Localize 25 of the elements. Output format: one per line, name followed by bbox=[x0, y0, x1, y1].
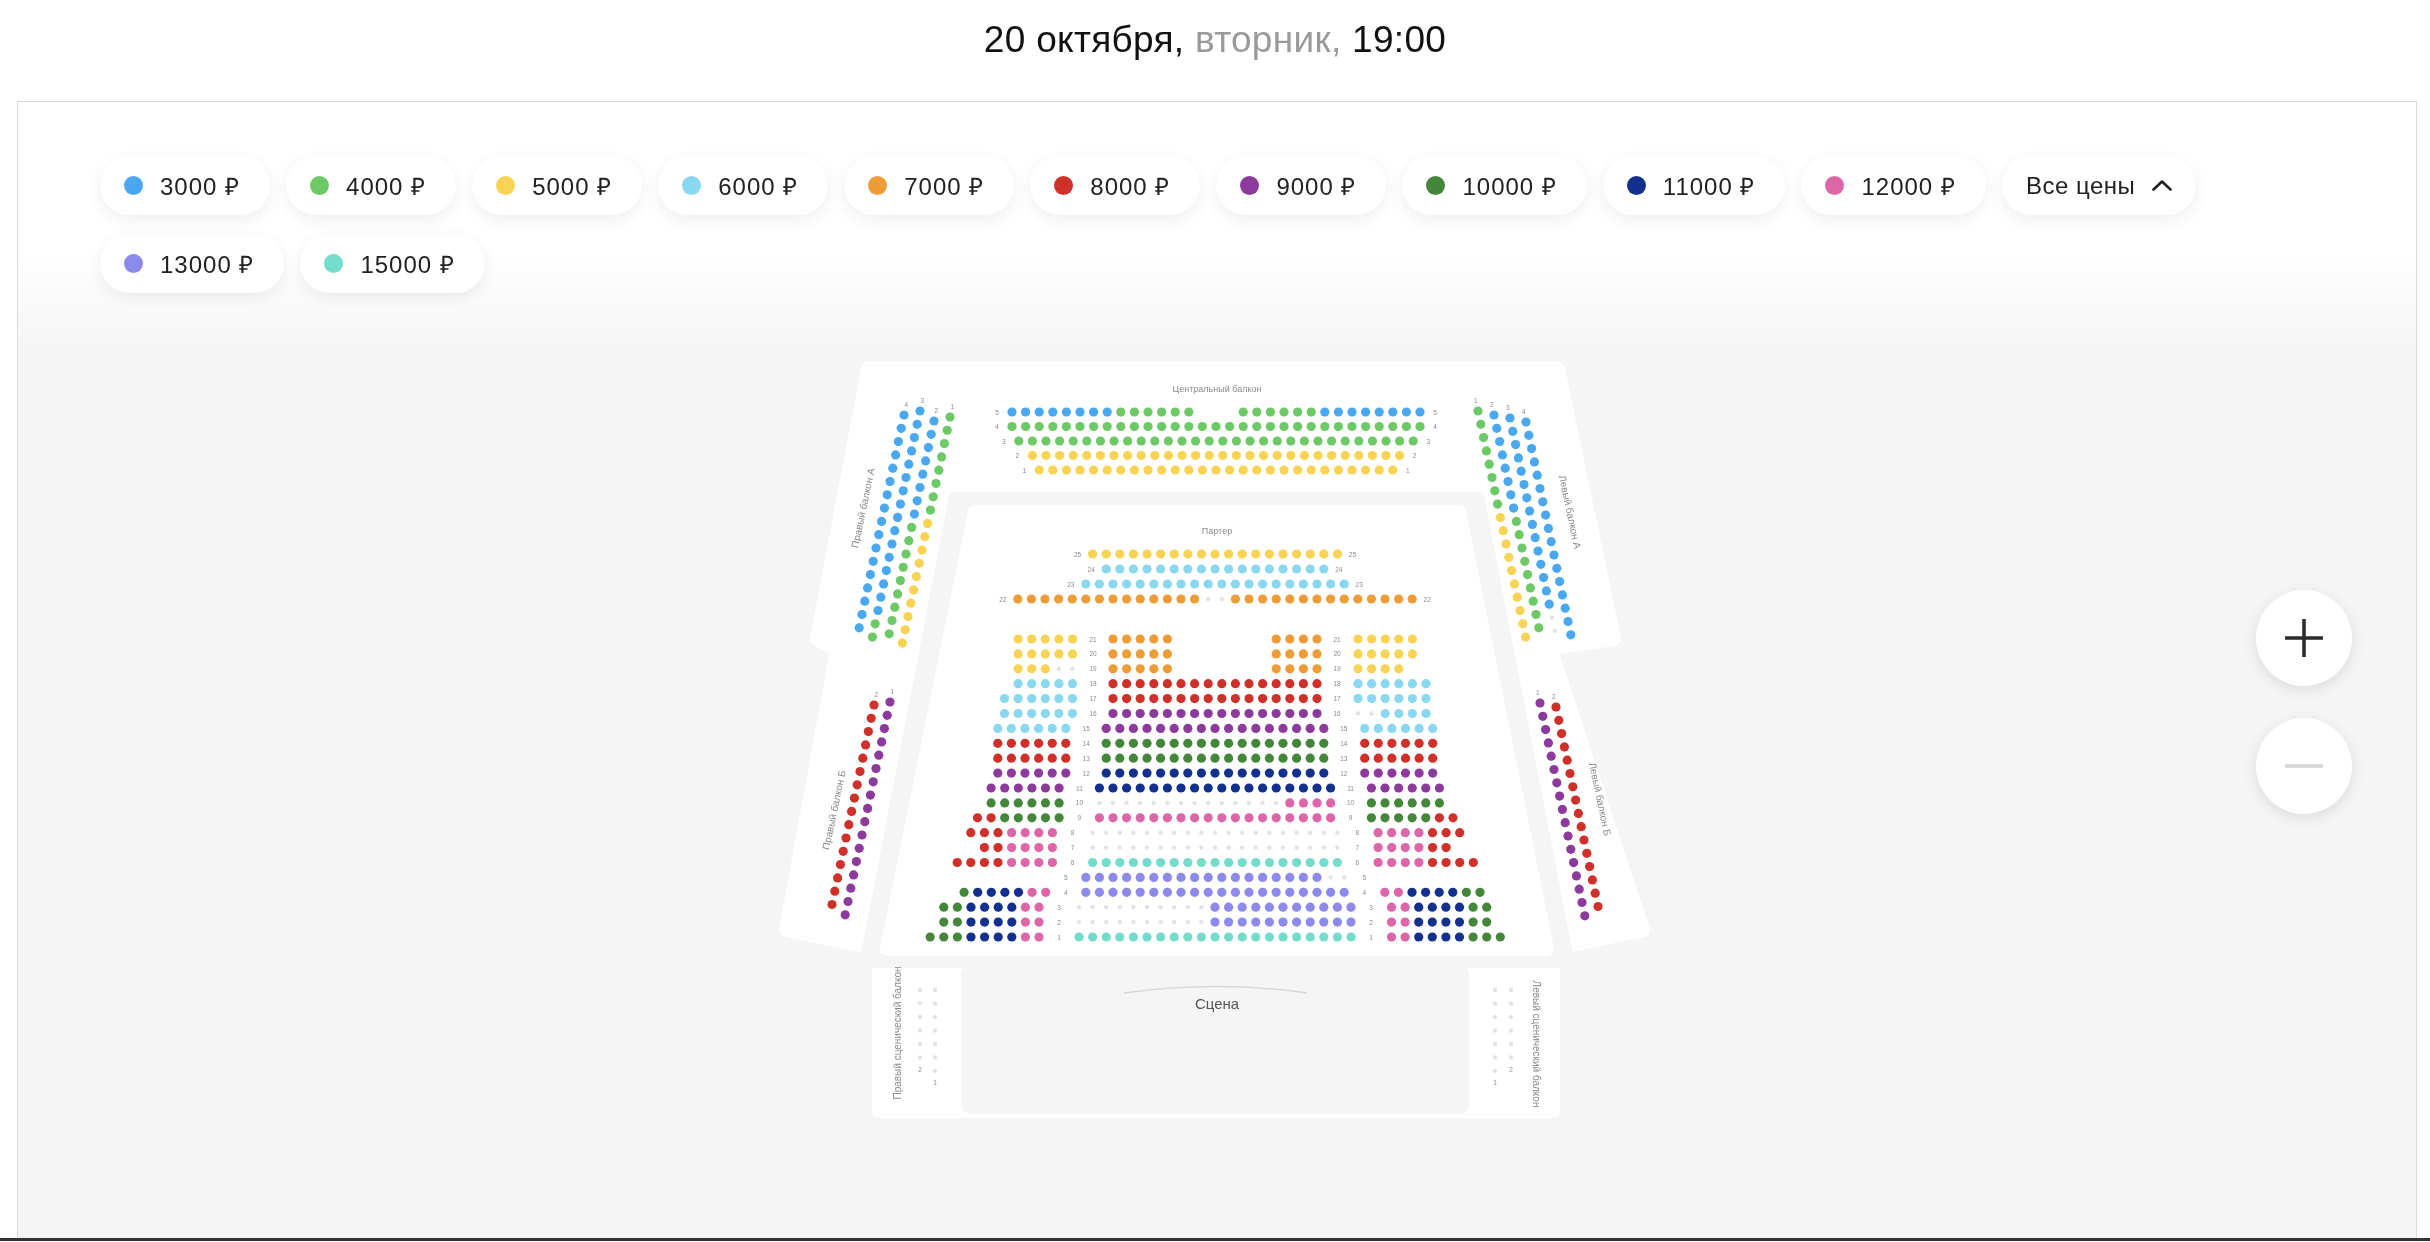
section-title: Центральный балкон bbox=[1172, 384, 1262, 394]
price-filter-chip[interactable]: 9000 ₽ bbox=[1216, 156, 1387, 215]
section-title: Партер bbox=[1201, 526, 1233, 536]
price-filter-chip[interactable]: 7000 ₽ bbox=[844, 156, 1015, 215]
price-filter-chip[interactable]: 6000 ₽ bbox=[658, 156, 829, 215]
price-filter-chip[interactable]: 13000 ₽ bbox=[100, 234, 285, 293]
time-text: 19:00 bbox=[1352, 19, 1447, 60]
date-text: 20 октября, bbox=[983, 19, 1185, 60]
price-filter-chip[interactable]: 3000 ₽ bbox=[100, 156, 271, 215]
section-title: Левый сценический балкон bbox=[1530, 980, 1542, 1108]
price-filter-chip[interactable]: 11000 ₽ bbox=[1602, 156, 1786, 215]
price-filter-chip[interactable]: 5000 ₽ bbox=[472, 156, 643, 215]
section-title: Левый балкон Б bbox=[1586, 761, 1614, 837]
stage-label: Сцена bbox=[1194, 994, 1240, 1012]
all-prices-button[interactable]: Все цены bbox=[2001, 156, 2197, 215]
price-filter-chip[interactable]: 10000 ₽ bbox=[1402, 156, 1587, 215]
section-title: Левый балкон А bbox=[1556, 474, 1584, 550]
price-filter-chip[interactable]: 8000 ₽ bbox=[1030, 156, 1201, 215]
price-filter-chip[interactable]: 15000 ₽ bbox=[300, 234, 485, 293]
price-filter-chip[interactable]: 4000 ₽ bbox=[286, 156, 457, 215]
section-title: Правый балкон А bbox=[849, 467, 877, 549]
section-title: Правый сценический балкон bbox=[891, 966, 903, 1100]
section-title: Правый балкон Б bbox=[820, 769, 848, 851]
price-filter-chip[interactable]: 12000 ₽ bbox=[1801, 156, 1986, 215]
weekday-text: вторник, bbox=[1195, 19, 1342, 60]
